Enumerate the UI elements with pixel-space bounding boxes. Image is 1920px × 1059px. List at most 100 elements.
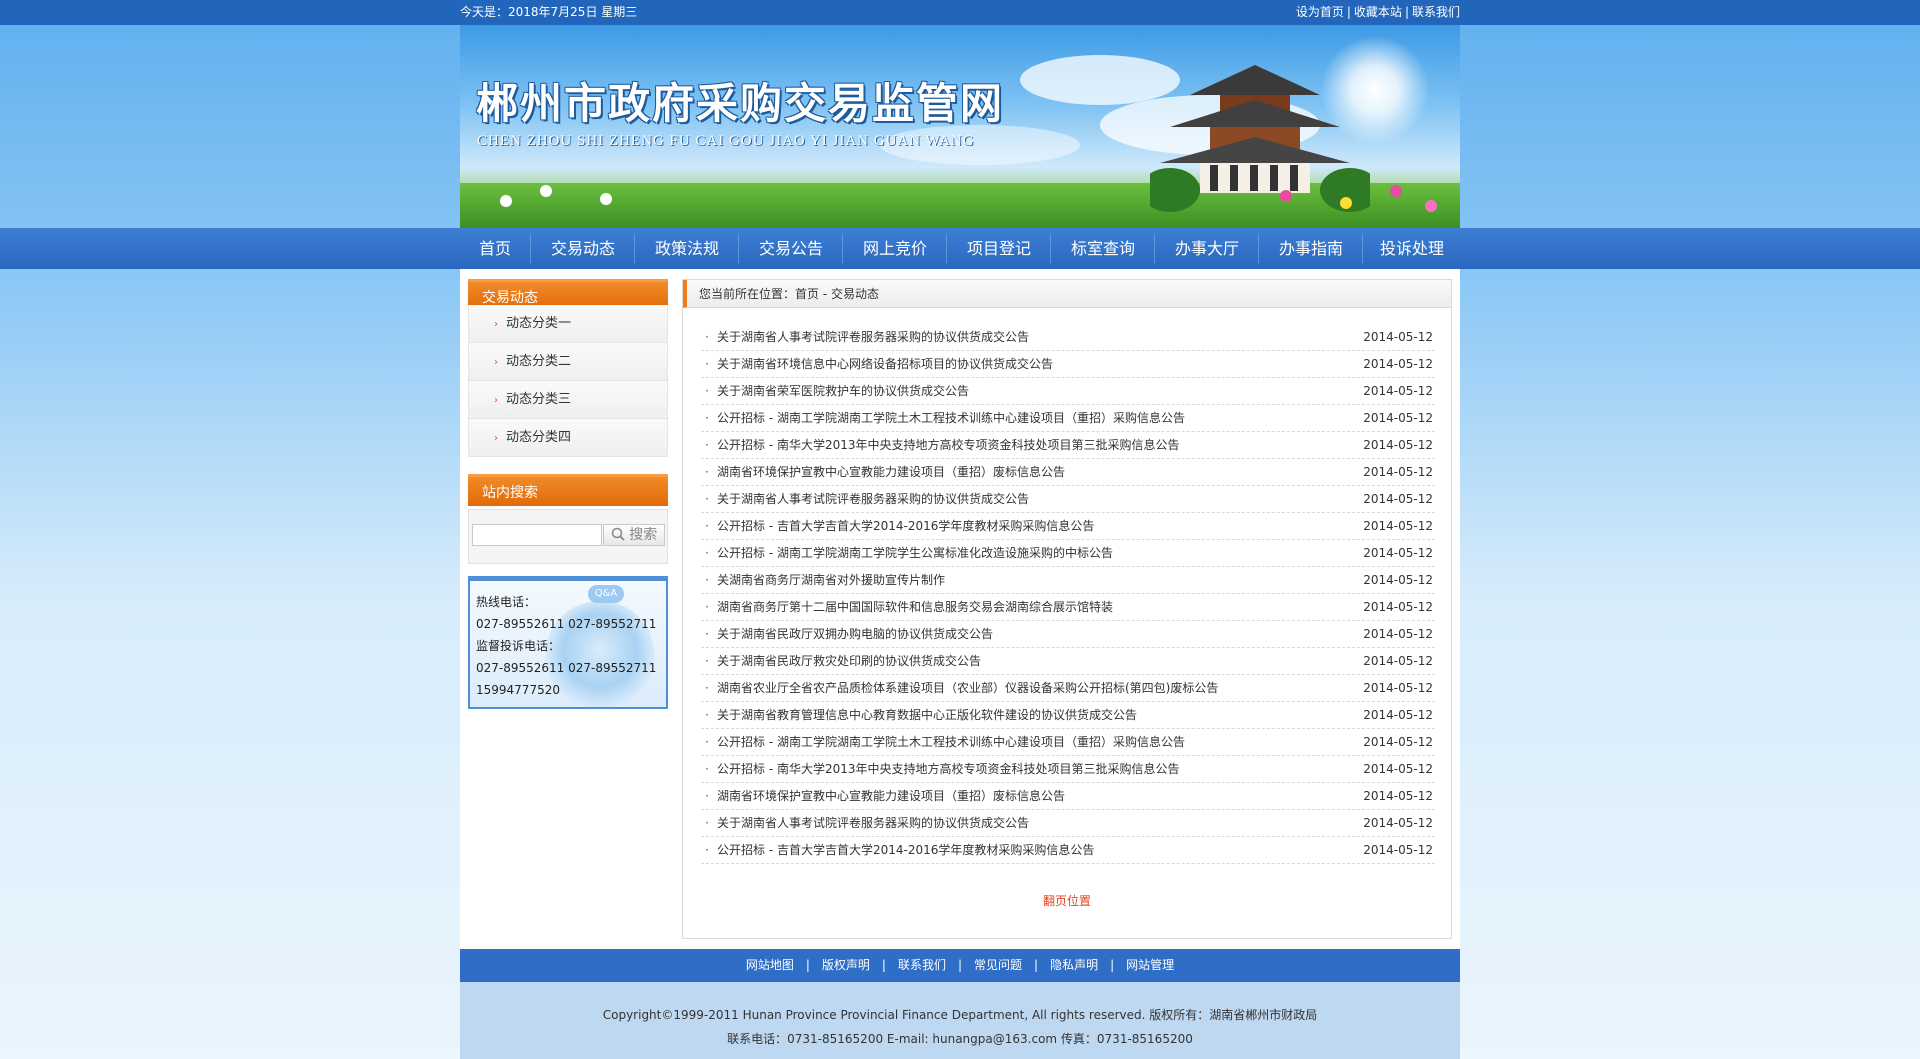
list-item[interactable]: · 关湖南省商务厅湖南省对外援助宣传片制作 2014-05-12 — [701, 567, 1435, 594]
nav-item-trade-news[interactable]: 交易动态 — [532, 228, 634, 269]
site-title: 郴州市政府采购交易监管网 — [476, 79, 1005, 128]
list-item[interactable]: · 关于湖南省环境信息中心网络设备招标项目的协议供货成交公告 2014-05-12 — [701, 351, 1435, 378]
news-title[interactable]: 公开招标 - 南华大学2013年中央支持地方高校专项资金科技处项目第三批采购信息… — [717, 432, 1180, 459]
nav-item-service-hall[interactable]: 办事大厅 — [1156, 228, 1258, 269]
list-item[interactable]: · 湖南省环境保护宣教中心宣教能力建设项目（重招）废标信息公告 2014-05-12 — [701, 459, 1435, 486]
bullet-icon: · — [705, 789, 709, 803]
list-item[interactable]: · 关于湖南省人事考试院评卷服务器采购的协议供货成交公告 2014-05-12 — [701, 810, 1435, 837]
news-title[interactable]: 公开招标 - 湖南工学院湖南工学院土木工程技术训练中心建设项目（重招）采购信息公… — [717, 729, 1185, 756]
news-list: · 关于湖南省人事考试院评卷服务器采购的协议供货成交公告 2014-05-12 · 关… — [701, 309, 1435, 864]
list-item[interactable]: · 公开招标 - 南华大学2013年中央支持地方高校专项资金科技处项目第三批采购信… — [701, 756, 1435, 783]
news-date: 2014-05-12 — [1363, 573, 1433, 587]
list-item[interactable]: · 湖南省农业厅全省农产品质检体系建设项目（农业部）仪器设备采购公开招标(第四包)… — [701, 675, 1435, 702]
contact-info: 热线电话： 027-89552611 027-89552711 监督投诉电话： … — [476, 591, 656, 701]
nav-item-project-registration[interactable]: 项目登记 — [948, 228, 1050, 269]
set-homepage-link[interactable]: 设为首页 — [1296, 5, 1344, 19]
news-title[interactable]: 湖南省商务厅第十二届中国国际软件和信息服务交易会湖南综合展示馆特装 — [717, 594, 1113, 621]
news-title[interactable]: 公开招标 - 吉首大学吉首大学2014-2016学年度教材采购采购信息公告 — [717, 837, 1094, 864]
category-item[interactable]: › 动态分类四 — [468, 419, 668, 457]
bullet-icon: · — [705, 465, 709, 479]
separator: | — [881, 958, 886, 972]
footer-link-admin[interactable]: 网站管理 — [1126, 958, 1174, 972]
separator: | — [1404, 5, 1409, 19]
news-date: 2014-05-12 — [1363, 519, 1433, 533]
news-title[interactable]: 公开招标 - 湖南工学院湖南工学院土木工程技术训练中心建设项目（重招）采购信息公… — [717, 405, 1185, 432]
list-item[interactable]: · 公开招标 - 湖南工学院湖南工学院土木工程技术训练中心建设项目（重招）采购信息… — [701, 729, 1435, 756]
bullet-icon: · — [705, 411, 709, 425]
news-title[interactable]: 公开招标 - 南华大学2013年中央支持地方高校专项资金科技处项目第三批采购信息… — [717, 756, 1180, 783]
news-date: 2014-05-12 — [1363, 708, 1433, 722]
category-label: 动态分类三 — [506, 392, 572, 407]
news-title[interactable]: 公开招标 - 湖南工学院湖南工学院学生公寓标准化改造设施采购的中标公告 — [717, 540, 1113, 567]
footer-link-faq[interactable]: 常见问题 — [974, 958, 1022, 972]
list-item[interactable]: · 公开招标 - 南华大学2013年中央支持地方高校专项资金科技处项目第三批采购信… — [701, 432, 1435, 459]
category-item[interactable]: › 动态分类三 — [468, 381, 668, 419]
nav-item-complaints[interactable]: 投诉处理 — [1364, 228, 1460, 269]
arrow-icon: › — [494, 357, 498, 368]
list-item[interactable]: · 湖南省商务厅第十二届中国国际软件和信息服务交易会湖南综合展示馆特装 2014-0… — [701, 594, 1435, 621]
contact-panel: Q&A 热线电话： 027-89552611 027-89552711 监督投诉… — [468, 576, 668, 709]
nav-divider — [530, 234, 531, 263]
content-panel: 您当前所在位置：首页 - 交易动态 · 关于湖南省人事考试院评卷服务器采购的协议供… — [682, 279, 1452, 939]
bullet-icon: · — [705, 708, 709, 722]
news-date: 2014-05-12 — [1363, 438, 1433, 452]
list-item[interactable]: · 关于湖南省民政厅救灾处印刷的协议供货成交公告 2014-05-12 — [701, 648, 1435, 675]
news-title[interactable]: 关于湖南省人事考试院评卷服务器采购的协议供货成交公告 — [717, 486, 1029, 513]
news-title[interactable]: 关于湖南省荣军医院救护车的协议供货成交公告 — [717, 378, 969, 405]
pagination[interactable]: 翻页位置 — [683, 892, 1451, 909]
news-title[interactable]: 关于湖南省人事考试院评卷服务器采购的协议供货成交公告 — [717, 810, 1029, 837]
news-title[interactable]: 关于湖南省教育管理信息中心教育数据中心正版化软件建设的协议供货成交公告 — [717, 702, 1137, 729]
footer-link-privacy[interactable]: 隐私声明 — [1050, 958, 1098, 972]
news-title[interactable]: 关湖南省商务厅湖南省对外援助宣传片制作 — [717, 567, 945, 594]
footer-links: 网站地图 | 版权声明 | 联系我们 | 常见问题 | 隐私声明 | 网站管理 — [460, 949, 1460, 982]
news-date: 2014-05-12 — [1363, 735, 1433, 749]
list-item[interactable]: · 关于湖南省荣军医院救护车的协议供货成交公告 2014-05-12 — [701, 378, 1435, 405]
footer-link-sitemap[interactable]: 网站地图 — [746, 958, 794, 972]
news-title[interactable]: 湖南省环境保护宣教中心宣教能力建设项目（重招）废标信息公告 — [717, 783, 1065, 810]
list-item[interactable]: · 公开招标 - 湖南工学院湖南工学院学生公寓标准化改造设施采购的中标公告 2014… — [701, 540, 1435, 567]
list-item[interactable]: · 关于湖南省人事考试院评卷服务器采购的协议供货成交公告 2014-05-12 — [701, 486, 1435, 513]
list-item[interactable]: · 公开招标 - 吉首大学吉首大学2014-2016学年度教材采购采购信息公告 20… — [701, 837, 1435, 864]
footer-link-contact[interactable]: 联系我们 — [898, 958, 946, 972]
current-date: 今天是：2018年7月25日 星期三 — [460, 5, 638, 19]
nav-item-room-query[interactable]: 标室查询 — [1052, 228, 1154, 269]
search-input[interactable] — [472, 524, 602, 546]
news-date: 2014-05-12 — [1363, 384, 1433, 398]
nav-item-policies[interactable]: 政策法规 — [636, 228, 738, 269]
category-item[interactable]: › 动态分类二 — [468, 343, 668, 381]
bullet-icon: · — [705, 654, 709, 668]
footer-info: Copyright©1999-2011 Hunan Province Provi… — [460, 982, 1460, 1059]
list-item[interactable]: · 关于湖南省教育管理信息中心教育数据中心正版化软件建设的协议供货成交公告 2014… — [701, 702, 1435, 729]
nav-item-online-bidding[interactable]: 网上竞价 — [844, 228, 946, 269]
bullet-icon: · — [705, 546, 709, 560]
list-item[interactable]: · 关于湖南省民政厅双拥办购电脑的协议供货成交公告 2014-05-12 — [701, 621, 1435, 648]
nav-divider — [1362, 234, 1363, 263]
news-title[interactable]: 关于湖南省人事考试院评卷服务器采购的协议供货成交公告 — [717, 324, 1029, 351]
news-title[interactable]: 湖南省农业厅全省农产品质检体系建设项目（农业部）仪器设备采购公开招标(第四包)废… — [717, 675, 1218, 702]
list-item[interactable]: · 公开招标 - 湖南工学院湖南工学院土木工程技术训练中心建设项目（重招）采购信息… — [701, 405, 1435, 432]
nav-divider — [1258, 234, 1259, 263]
contact-us-link[interactable]: 联系我们 — [1412, 5, 1460, 19]
list-item[interactable]: · 公开招标 - 吉首大学吉首大学2014-2016学年度教材采购采购信息公告 20… — [701, 513, 1435, 540]
search-icon — [611, 527, 625, 541]
nav-item-home[interactable]: 首页 — [460, 228, 530, 269]
arrow-icon: › — [494, 395, 498, 406]
search-button[interactable]: 搜索 — [603, 524, 665, 546]
category-item[interactable]: › 动态分类一 — [468, 305, 668, 343]
list-item[interactable]: · 关于湖南省人事考试院评卷服务器采购的协议供货成交公告 2014-05-12 — [701, 324, 1435, 351]
news-title[interactable]: 湖南省环境保护宣教中心宣教能力建设项目（重招）废标信息公告 — [717, 459, 1065, 486]
news-title[interactable]: 关于湖南省环境信息中心网络设备招标项目的协议供货成交公告 — [717, 351, 1053, 378]
nav-item-guide[interactable]: 办事指南 — [1260, 228, 1362, 269]
bookmark-link[interactable]: 收藏本站 — [1354, 5, 1402, 19]
list-item[interactable]: · 湖南省环境保护宣教中心宣教能力建设项目（重招）废标信息公告 2014-05-12 — [701, 783, 1435, 810]
news-title[interactable]: 关于湖南省民政厅双拥办购电脑的协议供货成交公告 — [717, 621, 993, 648]
nav-divider — [738, 234, 739, 263]
flower-graphic — [540, 185, 552, 197]
news-title[interactable]: 关于湖南省民政厅救灾处印刷的协议供货成交公告 — [717, 648, 981, 675]
news-title[interactable]: 公开招标 - 吉首大学吉首大学2014-2016学年度教材采购采购信息公告 — [717, 513, 1094, 540]
bullet-icon: · — [705, 843, 709, 857]
search-heading: 站内搜索 — [468, 474, 668, 506]
search-button-label: 搜索 — [629, 527, 658, 543]
footer-link-copyright[interactable]: 版权声明 — [822, 958, 870, 972]
nav-item-announcements[interactable]: 交易公告 — [740, 228, 842, 269]
